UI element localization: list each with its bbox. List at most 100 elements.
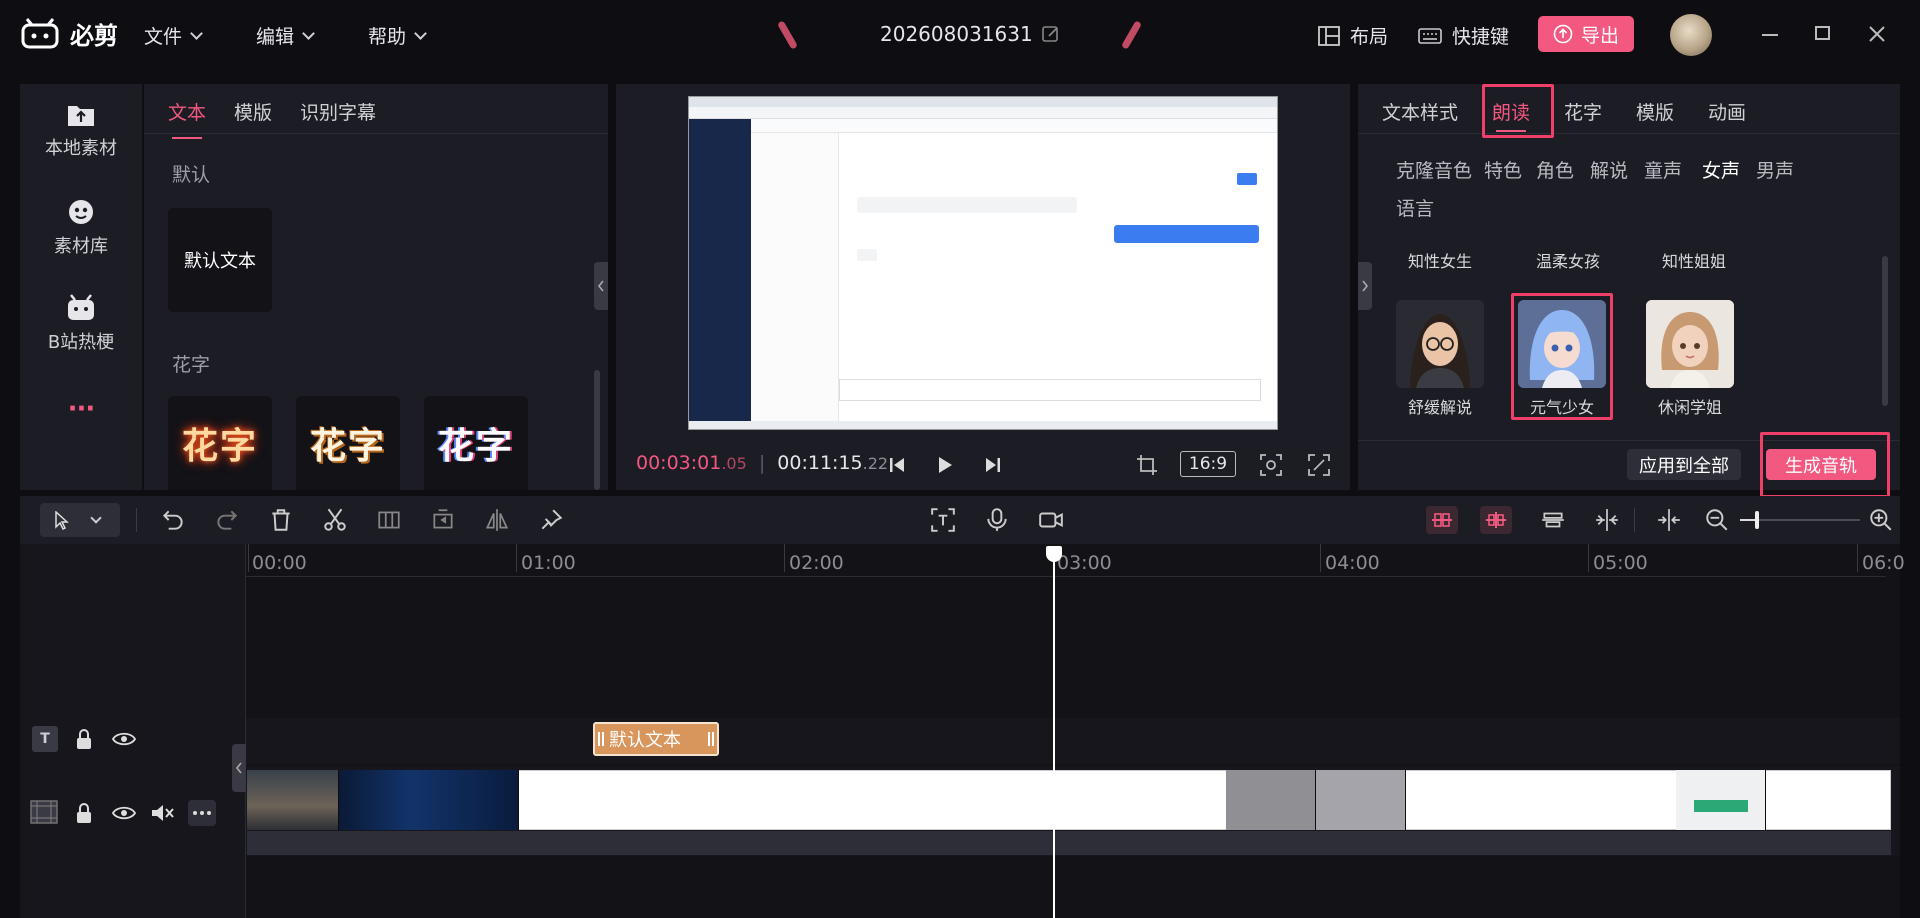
ruler-label: 02:00 [789, 552, 844, 574]
voice-list-scrollbar[interactable] [1882, 256, 1888, 406]
play-icon[interactable] [936, 456, 954, 474]
zoom-in-icon[interactable] [1868, 507, 1894, 533]
voice-category-male[interactable]: 男声 [1756, 156, 1794, 183]
split-icon[interactable] [376, 507, 402, 533]
menu-file[interactable]: 文件 [144, 22, 203, 49]
scissors-icon[interactable] [322, 507, 348, 533]
pin-icon[interactable] [538, 507, 564, 533]
voice-category-child[interactable]: 童声 [1644, 156, 1682, 183]
redo-icon[interactable] [214, 507, 240, 533]
preview-axis-icon[interactable] [1540, 507, 1566, 533]
material-library-button[interactable]: 素材库 [20, 198, 142, 258]
tab-template[interactable]: 模版 [1636, 98, 1674, 125]
tab-text[interactable]: 文本 [168, 98, 206, 139]
chevron-left-icon [597, 280, 604, 292]
huazi-card-2-label: 花字 [309, 426, 386, 467]
delete-icon[interactable] [268, 507, 294, 533]
edit-icon[interactable] [1041, 24, 1061, 44]
fullscreen-icon[interactable] [1308, 454, 1330, 476]
huazi-card-2[interactable]: 花字 [296, 396, 400, 490]
playhead-line[interactable] [1053, 552, 1055, 918]
voice-category-character[interactable]: 角色 [1536, 156, 1574, 183]
local-material-button[interactable]: 本地素材 [20, 102, 142, 160]
collapse-left-button[interactable] [594, 262, 608, 310]
tab-text-style[interactable]: 文本样式 [1382, 98, 1458, 125]
eye-icon[interactable] [112, 804, 136, 822]
maximize-icon[interactable] [1815, 26, 1830, 40]
tab-animation[interactable]: 动画 [1708, 98, 1746, 125]
menu-edit[interactable]: 编辑 [256, 22, 315, 49]
snap-toggle[interactable] [1426, 506, 1458, 534]
aspect-ratio-button[interactable]: 16:9 [1180, 451, 1236, 477]
eye-icon[interactable] [112, 730, 136, 748]
snapshot-icon[interactable] [1260, 454, 1282, 476]
close-icon[interactable] [1868, 25, 1886, 43]
clip-trim-handle-right[interactable] [708, 732, 714, 746]
bilibili-meme-button[interactable]: B站热梗 [20, 294, 142, 354]
voice-category-female[interactable]: 女声 [1702, 156, 1740, 183]
playhead-handle[interactable] [1046, 546, 1062, 562]
reverse-icon[interactable] [430, 507, 456, 533]
user-avatar[interactable] [1670, 14, 1712, 56]
ruler-tick [1588, 544, 1589, 572]
huazi-card-3[interactable]: 花字 [424, 396, 528, 490]
microphone-icon[interactable] [984, 507, 1010, 533]
tab-template[interactable]: 模版 [234, 98, 272, 125]
more-dots-icon[interactable]: ··· [20, 394, 142, 424]
voice-name[interactable]: 知性姐姐 [1639, 248, 1749, 272]
mirror-icon[interactable] [484, 507, 510, 533]
clip-trim-handle-left[interactable] [598, 732, 604, 746]
app-window: 必剪 文件 编辑 帮助 202608031631 布局 快捷键 导出 本地素材 … [0, 0, 1920, 918]
text-recognize-icon[interactable] [930, 507, 956, 533]
tab-huazi[interactable]: 花字 [1564, 98, 1602, 125]
voice-avatar-shuhuan[interactable] [1396, 300, 1484, 388]
text-clip[interactable]: 默认文本 [593, 722, 719, 756]
ruler-label: 03:00 [1057, 552, 1112, 574]
apply-to-all-button[interactable]: 应用到全部 [1627, 449, 1741, 480]
audio-split-icon[interactable] [1594, 507, 1620, 533]
collapse-right-button[interactable] [1358, 262, 1372, 310]
zoom-out-icon[interactable] [1704, 507, 1730, 533]
menu-help[interactable]: 帮助 [368, 22, 427, 49]
chevron-down-icon [302, 26, 315, 40]
video-thumbnail [339, 770, 519, 830]
voice-name[interactable]: 元气少女 [1507, 394, 1617, 418]
collapse-track-header-button[interactable] [232, 744, 246, 792]
ruler-tick [1857, 544, 1858, 572]
preview-video-frame[interactable] [688, 96, 1278, 430]
voice-name[interactable]: 温柔女孩 [1513, 248, 1623, 272]
minimize-icon[interactable] [1762, 34, 1778, 36]
default-text-card[interactable]: 默认文本 [168, 208, 272, 312]
export-button[interactable]: 导出 [1538, 16, 1634, 52]
shortcut-button[interactable]: 快捷键 [1418, 22, 1509, 49]
section-default-title: 默认 [172, 164, 211, 186]
mute-icon[interactable] [150, 802, 176, 824]
voice-category-special[interactable]: 特色 [1484, 156, 1522, 183]
left-panel-scrollbar[interactable] [594, 370, 600, 490]
previous-frame-icon[interactable] [888, 456, 906, 474]
voice-category-clone[interactable]: 克隆音色 [1396, 156, 1472, 183]
lock-icon[interactable] [74, 728, 94, 750]
next-frame-icon[interactable] [984, 456, 1002, 474]
link-toggle[interactable] [1480, 506, 1512, 534]
lock-icon[interactable] [74, 802, 94, 824]
project-name[interactable]: 202608031631 [880, 22, 1061, 46]
layout-button[interactable]: 布局 [1318, 22, 1388, 49]
fit-timeline-icon[interactable] [1656, 507, 1682, 533]
undo-icon[interactable] [160, 507, 186, 533]
voice-name[interactable]: 休闲学姐 [1635, 394, 1745, 418]
huazi-card-1[interactable]: 花字 [168, 396, 272, 490]
voice-category-language[interactable]: 语言 [1396, 194, 1434, 221]
tab-recognize-subtitles[interactable]: 识别字幕 [300, 98, 376, 125]
voice-name[interactable]: 舒缓解说 [1385, 394, 1495, 418]
voice-category-commentary[interactable]: 解说 [1590, 156, 1628, 183]
voice-avatar-xiuxian[interactable] [1646, 300, 1734, 388]
zoom-slider-handle[interactable] [1755, 511, 1759, 529]
crop-icon[interactable] [1136, 454, 1158, 476]
more-options-icon[interactable] [188, 800, 216, 826]
select-tool-dropdown[interactable] [40, 503, 120, 537]
video-thumbnail-detail [1694, 800, 1748, 812]
chevron-left-icon [235, 762, 242, 774]
voice-name[interactable]: 知性女生 [1385, 248, 1495, 272]
camera-record-icon[interactable] [1038, 507, 1064, 533]
